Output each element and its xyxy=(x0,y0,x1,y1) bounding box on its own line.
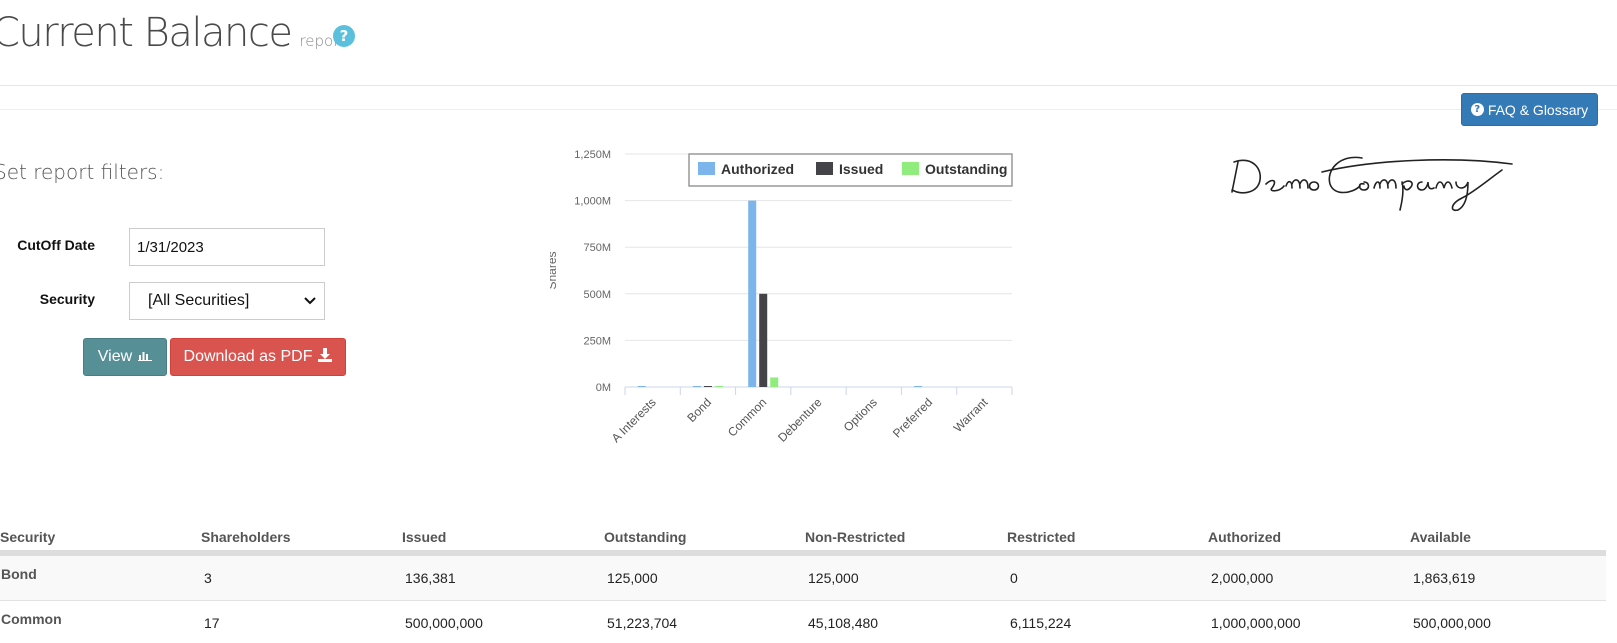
view-button[interactable]: View xyxy=(83,338,167,376)
x-tick-label: Warrant xyxy=(951,395,991,435)
x-tick-label: A Interests xyxy=(609,395,659,445)
company-logo xyxy=(1222,150,1532,220)
page-title: Current Balance xyxy=(0,10,293,56)
x-tick-label: Options xyxy=(841,395,880,434)
bar-chart-icon xyxy=(138,348,153,366)
column-header[interactable]: Available xyxy=(1410,524,1606,556)
table-cell-security: Bond xyxy=(0,552,201,601)
help-icon[interactable]: ? xyxy=(333,25,355,47)
toolbar-divider xyxy=(0,109,1617,110)
table-cell: 125,000 xyxy=(604,552,805,601)
cutoff-date-input[interactable] xyxy=(129,228,325,266)
table-cell: 45,108,480 xyxy=(805,600,1007,643)
faq-glossary-button[interactable]: ? FAQ & Glossary xyxy=(1461,93,1598,126)
faq-button-label: FAQ & Glossary xyxy=(1487,101,1589,118)
table-cell: 17 xyxy=(201,600,402,643)
table-cell: 1,000,000,000 xyxy=(1208,600,1410,643)
table-cell: 0 xyxy=(1007,552,1208,601)
table-cell: 125,000 xyxy=(805,552,1007,601)
security-label: Security xyxy=(39,291,95,307)
question-circle-icon: ? xyxy=(1470,103,1484,116)
balance-chart-svg: 0M 250M 500M 750M 1,000M 1,250M Shares A Intere… xyxy=(545,149,1013,445)
table-cell: 3 xyxy=(201,552,402,601)
legend-swatch xyxy=(816,162,833,175)
chart-bar xyxy=(770,377,779,387)
page-header: Current Balance report xyxy=(0,10,345,70)
table-cell: 6,115,224 xyxy=(1007,600,1208,643)
legend-swatch xyxy=(902,162,919,175)
header-divider xyxy=(0,85,1617,86)
chart-bar xyxy=(637,386,646,387)
legend-label: Authorized xyxy=(721,161,794,177)
table-cell: 136,381 xyxy=(402,552,604,601)
y-tick-label: 1,250M xyxy=(574,149,611,161)
chevron-down-icon xyxy=(304,294,316,309)
column-header[interactable]: Outstanding xyxy=(604,524,805,556)
y-tick-label: 1,000M xyxy=(574,196,611,208)
view-button-label: View xyxy=(97,348,133,365)
y-tick-label: 500M xyxy=(583,289,611,301)
x-tick-label: Preferred xyxy=(890,395,935,440)
column-header[interactable]: Shareholders xyxy=(201,524,402,556)
table-cell: 2,000,000 xyxy=(1208,552,1410,601)
report-page: Current Balance report ? ? FAQ & Glossar… xyxy=(0,0,1617,643)
company-signature xyxy=(1231,156,1513,212)
table-cell: 500,000,000 xyxy=(1410,600,1606,643)
table-cell-security: Common xyxy=(0,600,201,643)
y-tick-label: 250M xyxy=(583,335,611,347)
table-cell: 500,000,000 xyxy=(402,600,604,643)
security-select-value: [All Securities] xyxy=(148,292,250,309)
legend-label: Issued xyxy=(839,161,883,177)
security-select[interactable]: [All Securities] xyxy=(129,282,325,320)
table-header-row: Security Shareholders Issued Outstanding… xyxy=(0,524,1606,556)
chart-bar xyxy=(714,386,723,387)
column-header[interactable]: Restricted xyxy=(1007,524,1208,556)
table-cell: 1,863,619 xyxy=(1410,552,1606,601)
chart-bar xyxy=(759,293,768,387)
column-header[interactable]: Issued xyxy=(402,524,604,556)
y-axis-label: Shares xyxy=(550,251,559,289)
download-pdf-label: Download as PDF xyxy=(183,348,313,365)
balance-table: Security Shareholders Issued Outstanding… xyxy=(0,524,1606,643)
y-tick-label: 0M xyxy=(596,382,611,394)
download-icon xyxy=(318,347,333,367)
x-tick-label: Common xyxy=(725,395,769,439)
download-pdf-button[interactable]: Download as PDF xyxy=(170,338,346,376)
column-header[interactable]: Authorized xyxy=(1208,524,1410,556)
column-header[interactable]: Security xyxy=(0,524,201,556)
chart-bar xyxy=(692,386,701,387)
chart-bar xyxy=(914,386,923,387)
table-row[interactable]: Bond 3 136,381 125,000 125,000 0 2,000,0… xyxy=(0,552,1606,601)
table-row[interactable]: Common 17 500,000,000 51,223,704 45,108,… xyxy=(0,600,1606,643)
filters-title: Set report filters: xyxy=(0,160,165,184)
legend-swatch xyxy=(698,162,715,175)
column-header[interactable]: Non-Restricted xyxy=(805,524,1007,556)
table-cell: 51,223,704 xyxy=(604,600,805,643)
y-tick-label: 750M xyxy=(583,242,611,254)
x-tick-label: Debenture xyxy=(775,395,825,445)
balance-chart: 0M 250M 500M 750M 1,000M 1,250M Shares A Intere… xyxy=(545,140,1070,480)
legend-label: Outstanding xyxy=(925,161,1007,177)
chart-bar xyxy=(748,200,757,387)
chart-bar xyxy=(703,386,712,387)
x-tick-label: Bond xyxy=(684,395,714,425)
cutoff-date-label: CutOff Date xyxy=(17,237,95,253)
